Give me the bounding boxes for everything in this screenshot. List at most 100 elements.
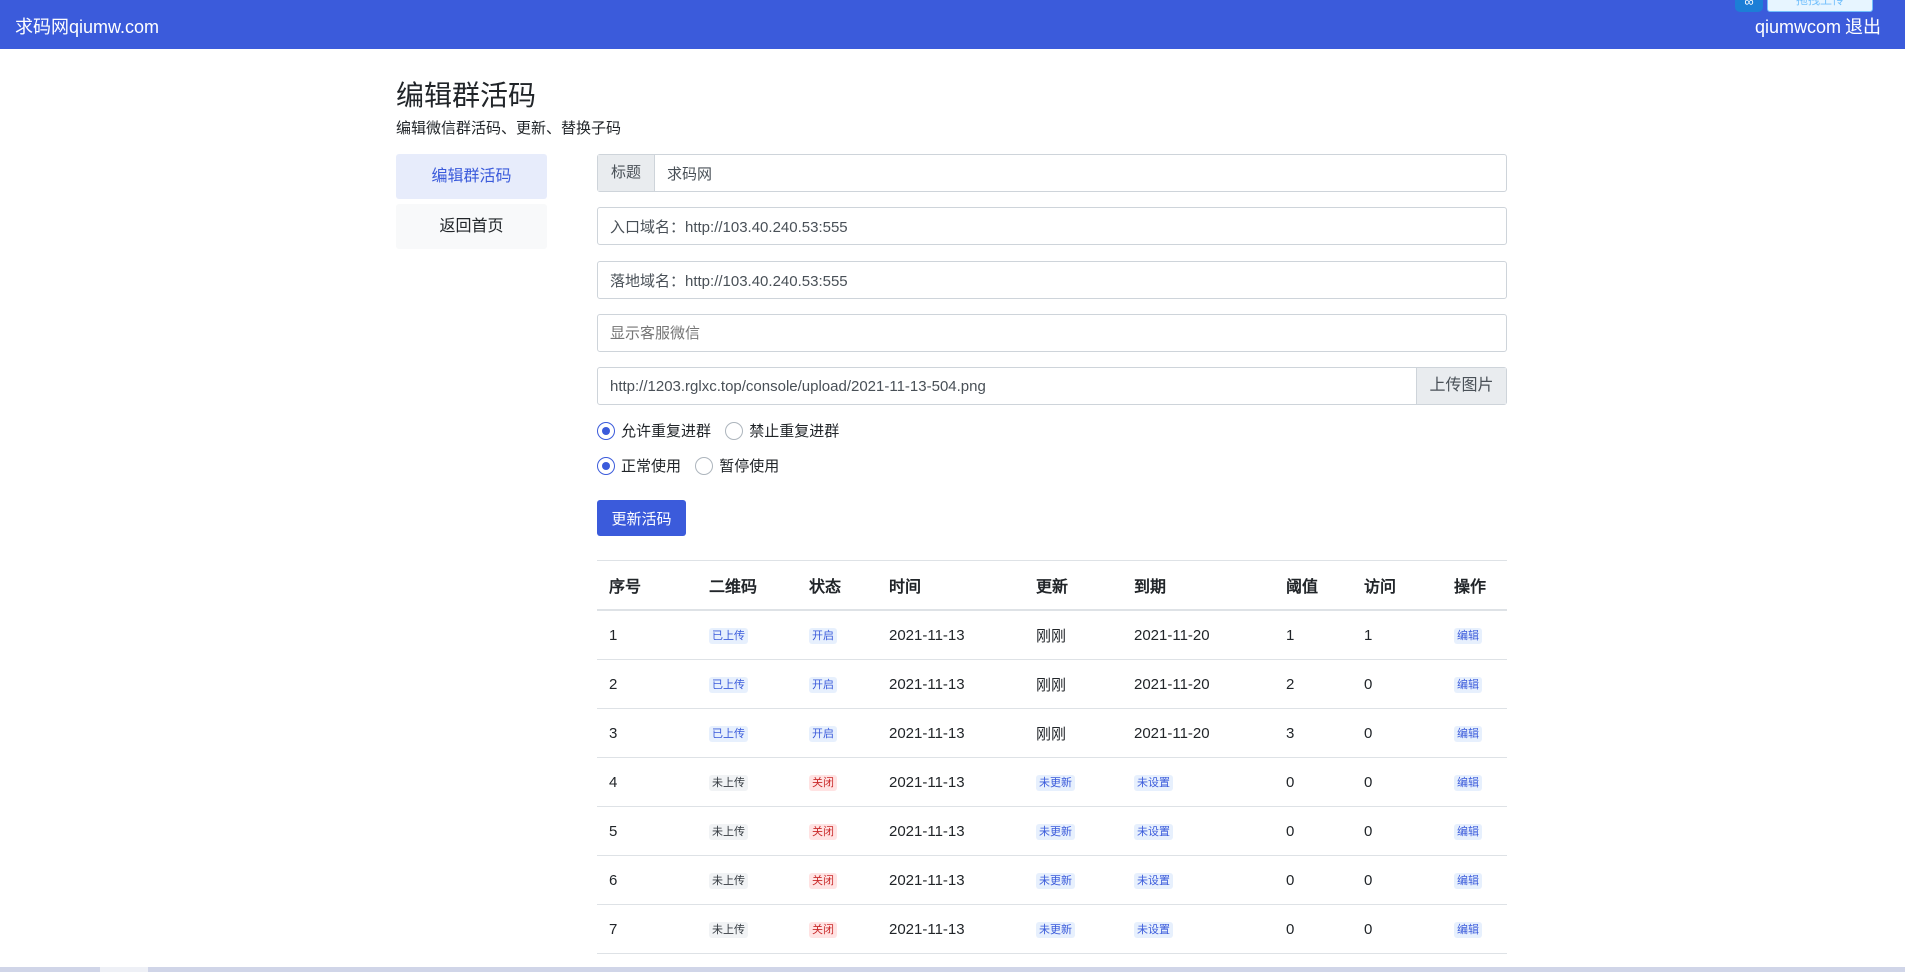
repeat-deny-radio[interactable]: 禁止重复进群 [725, 420, 839, 441]
col-header-action: 操作 [1442, 560, 1507, 611]
cell-action: 编辑 [1442, 659, 1507, 709]
title-input[interactable] [655, 155, 1505, 191]
cell-expire: 未设置 [1122, 757, 1274, 807]
cell-action: 编辑 [1442, 855, 1507, 905]
title-addon-label: 标题 [598, 155, 655, 191]
cell-state: 开启 [797, 708, 877, 758]
edit-row-button[interactable]: 编辑 [1454, 922, 1482, 938]
image-url-input[interactable] [598, 368, 1418, 404]
user-area: qiumwcom 退出 [1751, 13, 1881, 39]
state-badge: 关闭 [809, 873, 837, 889]
cell-update: 刚刚 [1024, 610, 1122, 660]
cell-visits: 1 [1352, 610, 1442, 660]
cell-time: 2021-11-13 [877, 757, 1024, 807]
state-badge: 开启 [809, 726, 837, 742]
cell-time: 2021-11-13 [877, 904, 1024, 954]
cell-expire: 2021-11-20 [1122, 708, 1274, 758]
update-badge: 未更新 [1036, 775, 1075, 791]
cell-no: 7 [597, 904, 697, 954]
top-navbar: 求码网qiumw.com ∞ 拖拽上传 qiumwcom 退出 [0, 0, 1905, 49]
col-header-expire: 到期 [1122, 560, 1274, 611]
expire-badge: 未设置 [1134, 873, 1173, 889]
cell-threshold: 3 [1274, 708, 1352, 758]
cell-visits: 0 [1352, 855, 1442, 905]
sidebar-nav: 编辑群活码 返回首页 [396, 154, 547, 254]
cell-qr: 已上传 [697, 708, 797, 758]
repeat-allow-radio[interactable]: 允许重复进群 [597, 420, 711, 441]
sidebar-item-home[interactable]: 返回首页 [396, 204, 547, 249]
col-header-visits: 访问 [1352, 560, 1442, 611]
image-url-group: 上传图片 [597, 367, 1507, 405]
cell-state: 关闭 [797, 806, 877, 856]
status-normal-label: 正常使用 [621, 458, 682, 475]
cell-threshold: 0 [1274, 806, 1352, 856]
cell-visits: 0 [1352, 757, 1442, 807]
repeat-allow-label: 允许重复进群 [621, 423, 712, 440]
table-row: 1 已上传 开启 2021-11-13 刚刚 2021-11-20 1 1 编辑 [597, 610, 1507, 660]
status-normal-radio[interactable]: 正常使用 [597, 455, 681, 476]
scrollbar-thumb[interactable] [100, 967, 148, 972]
username-link[interactable]: qiumwcom [1755, 17, 1841, 37]
landing-domain-input[interactable] [598, 262, 1506, 298]
col-header-update: 更新 [1024, 560, 1122, 611]
upload-image-button[interactable]: 上传图片 [1416, 368, 1506, 404]
edit-row-button[interactable]: 编辑 [1454, 677, 1482, 693]
cell-no: 3 [597, 708, 697, 758]
title-input-group: 标题 [597, 154, 1507, 192]
brand-link[interactable]: 求码网qiumw.com [15, 13, 159, 39]
cell-time: 2021-11-13 [877, 610, 1024, 660]
state-badge: 关闭 [809, 775, 837, 791]
entry-domain-input[interactable] [598, 208, 1506, 244]
col-header-qr: 二维码 [697, 560, 797, 611]
page-subtitle: 编辑微信群活码、更新、替换子码 [396, 120, 622, 137]
landing-domain-group [597, 261, 1507, 299]
status-pause-radio[interactable]: 暂停使用 [695, 455, 779, 476]
table-row: 6 未上传 关闭 2021-11-13 未更新 未设置 0 0 编辑 [597, 855, 1507, 905]
edit-row-button[interactable]: 编辑 [1454, 628, 1482, 644]
table-header-row: 序号 二维码 状态 时间 更新 到期 阈值 访问 操作 [597, 560, 1507, 611]
qr-status-badge: 未上传 [709, 824, 748, 840]
qr-status-badge: 已上传 [709, 628, 748, 644]
cell-update: 刚刚 [1024, 708, 1122, 758]
status-radio-group: 正常使用 暂停使用 [597, 455, 789, 479]
page-title: 编辑群活码 [396, 80, 537, 111]
cell-no: 6 [597, 855, 697, 905]
expire-badge: 未设置 [1134, 922, 1173, 938]
edit-row-button[interactable]: 编辑 [1454, 726, 1482, 742]
logout-link[interactable]: 退出 [1845, 17, 1881, 37]
cell-visits: 0 [1352, 708, 1442, 758]
cell-update: 未更新 [1024, 904, 1122, 954]
update-badge: 未更新 [1036, 922, 1075, 938]
cell-threshold: 0 [1274, 855, 1352, 905]
status-pause-label: 暂停使用 [719, 458, 780, 475]
sidebar-item-edit-code[interactable]: 编辑群活码 [396, 154, 547, 199]
update-code-button[interactable]: 更新活码 [597, 500, 686, 536]
update-badge: 未更新 [1036, 873, 1075, 889]
cell-update: 刚刚 [1024, 659, 1122, 709]
cell-expire: 未设置 [1122, 806, 1274, 856]
col-header-no: 序号 [597, 560, 697, 611]
edit-row-button[interactable]: 编辑 [1454, 873, 1482, 889]
expire-badge: 未设置 [1134, 775, 1173, 791]
cell-state: 关闭 [797, 757, 877, 807]
drag-upload-badge[interactable]: 拖拽上传 [1767, 0, 1873, 12]
edit-row-button[interactable]: 编辑 [1454, 824, 1482, 840]
qr-status-badge: 已上传 [709, 726, 748, 742]
radio-unchecked-icon [725, 421, 744, 440]
cell-visits: 0 [1352, 659, 1442, 709]
state-badge: 关闭 [809, 824, 837, 840]
table-row: 7 未上传 关闭 2021-11-13 未更新 未设置 0 0 编辑 [597, 904, 1507, 954]
cell-threshold: 1 [1274, 610, 1352, 660]
state-badge: 开启 [809, 628, 837, 644]
edit-row-button[interactable]: 编辑 [1454, 775, 1482, 791]
cell-no: 5 [597, 806, 697, 856]
cell-expire: 2021-11-20 [1122, 610, 1274, 660]
qr-status-badge: 已上传 [709, 677, 748, 693]
qr-status-badge: 未上传 [709, 922, 748, 938]
cell-state: 关闭 [797, 855, 877, 905]
horizontal-scrollbar[interactable] [0, 967, 1905, 972]
repeat-join-radio-group: 允许重复进群 禁止重复进群 [597, 420, 849, 444]
kefu-wechat-input[interactable] [598, 315, 1506, 351]
col-header-state: 状态 [797, 560, 877, 611]
upload-plugin-icon[interactable]: ∞ [1735, 0, 1763, 12]
